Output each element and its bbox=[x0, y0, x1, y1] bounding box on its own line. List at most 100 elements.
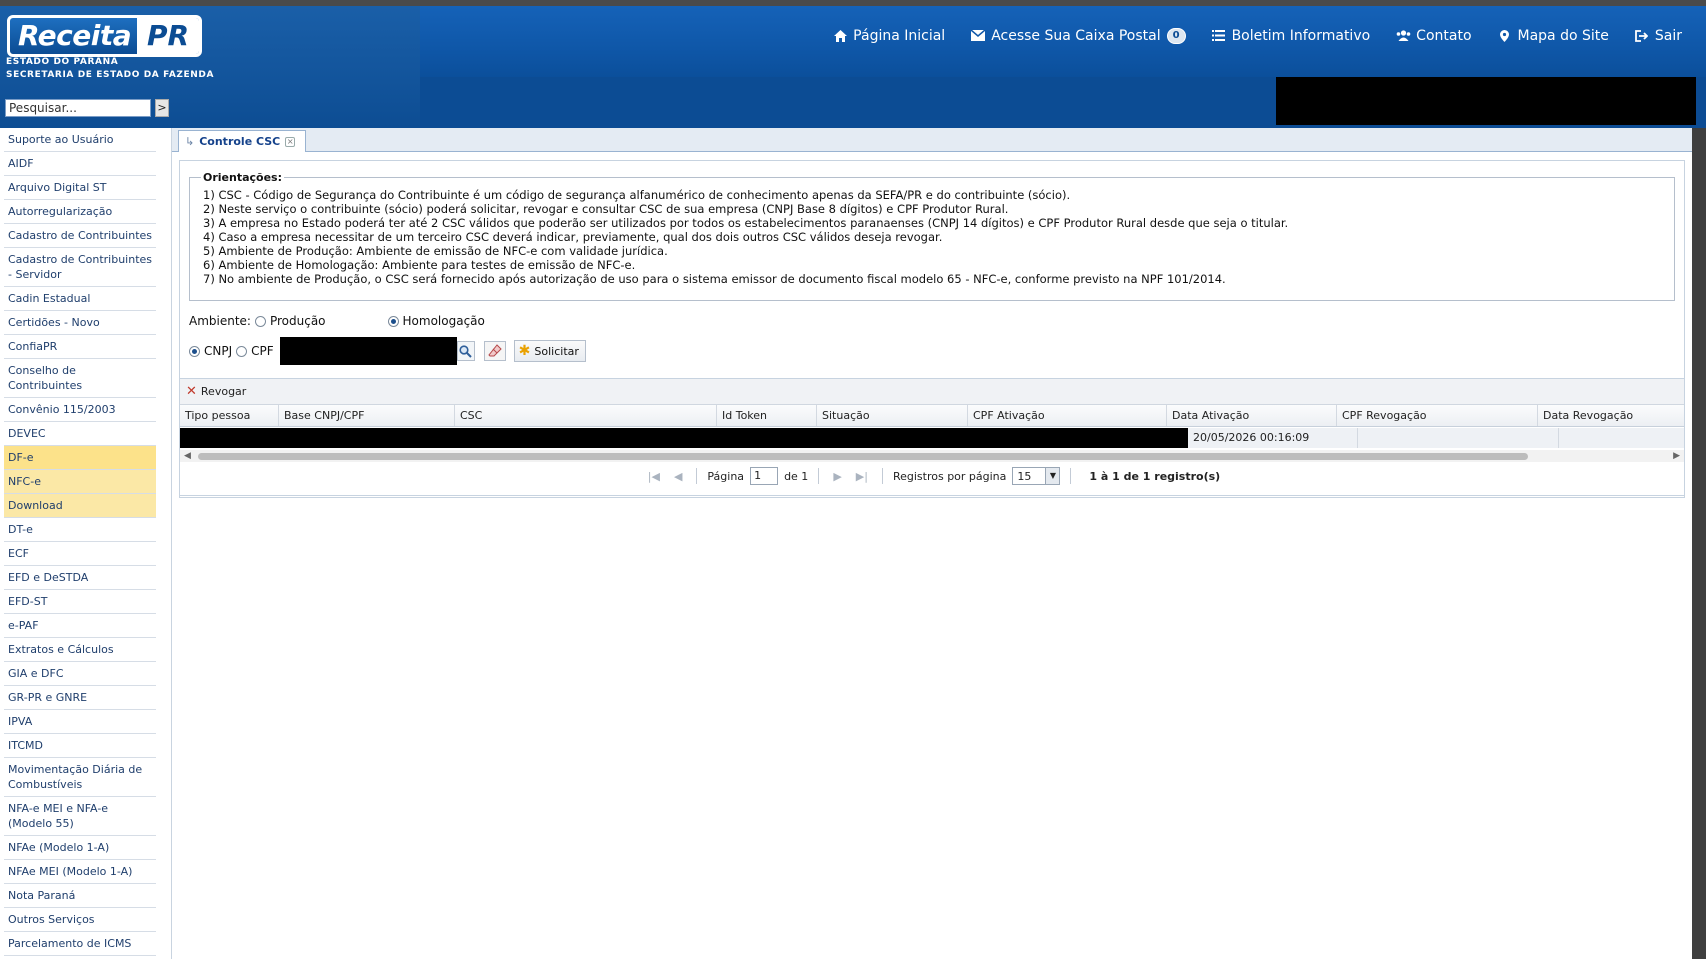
sidebar-item[interactable]: Cadastro de Contribuintes bbox=[4, 224, 156, 248]
lookup-button[interactable] bbox=[456, 341, 475, 361]
sidebar-item[interactable]: NFAe MEI (Modelo 1-A) bbox=[4, 860, 156, 884]
per-page-select[interactable]: 15 ▼ bbox=[1012, 467, 1061, 485]
cell-data-ativacao: 20/05/2026 00:16:09 bbox=[1188, 428, 1358, 448]
tab-controle-csc[interactable]: ↳ Controle CSC × bbox=[178, 130, 306, 152]
logo-panel: Receita PR ESTADO DO PARANÁ SECRETARIA D… bbox=[0, 6, 420, 128]
first-page-icon[interactable]: |◀ bbox=[644, 470, 664, 483]
column-header[interactable]: CSC bbox=[455, 405, 717, 426]
scroll-left-icon[interactable]: ◀ bbox=[184, 451, 191, 461]
sidebar-item[interactable]: ECF bbox=[4, 542, 156, 566]
sidebar-item[interactable]: Cadin Estadual bbox=[4, 287, 156, 311]
sidebar-item[interactable]: Extratos e Cálculos bbox=[4, 638, 156, 662]
row-redacted-cells bbox=[180, 428, 1188, 448]
nav-bulletin[interactable]: Boletim Informativo bbox=[1212, 28, 1370, 44]
sidebar-item[interactable]: ITCMD bbox=[4, 734, 156, 758]
tab-label: Controle CSC bbox=[199, 135, 281, 148]
paging-separator bbox=[881, 468, 883, 484]
sidebar-item[interactable]: NFAe (Modelo 1-A) bbox=[4, 836, 156, 860]
nav-sitemap[interactable]: Mapa do Site bbox=[1498, 28, 1609, 44]
orientacao-line: 1) CSC - Código de Segurança do Contribu… bbox=[203, 188, 1071, 202]
logo-pr: PR bbox=[137, 18, 199, 54]
tab-strip: ↳ Controle CSC × bbox=[172, 128, 1692, 152]
page-number-input[interactable]: 1 bbox=[750, 467, 779, 485]
revogar-label: Revogar bbox=[200, 385, 247, 398]
column-header[interactable]: CPF Revogação bbox=[1337, 405, 1538, 426]
sidebar-item[interactable]: GR-PR e GNRE bbox=[4, 686, 156, 710]
nav-contact-label: Contato bbox=[1416, 28, 1472, 44]
sidebar-list: Suporte ao Usuário AIDF Arquivo Digital ST… bbox=[4, 128, 156, 959]
orientacao-line: 2) Neste serviço o contribuinte (sócio) … bbox=[203, 202, 1009, 216]
documento-input-redacted[interactable] bbox=[279, 337, 457, 365]
sidebar-item[interactable]: Movimentação Diária de Combustíveis bbox=[4, 758, 156, 797]
solicitar-button[interactable]: ✱ Solicitar bbox=[513, 340, 586, 362]
sidebar-item[interactable]: AIDF bbox=[4, 152, 156, 176]
sidebar-item[interactable]: DF-e bbox=[4, 446, 156, 470]
page-label: Página bbox=[707, 469, 745, 483]
sidebar-item[interactable]: Download bbox=[4, 494, 156, 518]
sidebar-item[interactable]: IPVA bbox=[4, 710, 156, 734]
nav-sitemap-label: Mapa do Site bbox=[1517, 28, 1609, 44]
sidebar-item[interactable]: Arquivo Digital ST bbox=[4, 176, 156, 200]
sidebar-item[interactable]: Nota Paraná bbox=[4, 884, 156, 908]
grid-toolbar: ✕ Revogar bbox=[180, 379, 1684, 405]
sidebar-item[interactable]: GIA e DFC bbox=[4, 662, 156, 686]
sidebar-item[interactable]: Convênio 115/2003 bbox=[4, 398, 156, 422]
prev-page-icon[interactable]: ◀ bbox=[670, 470, 686, 483]
nav-contact[interactable]: Contato bbox=[1396, 28, 1472, 44]
org-name-state: ESTADO DO PARANÁ bbox=[6, 57, 119, 67]
map-marker-icon bbox=[1498, 30, 1512, 42]
scroll-right-icon[interactable]: ▶ bbox=[1673, 451, 1680, 461]
revoke-icon: ✕ bbox=[186, 384, 197, 399]
radio-cnpj[interactable] bbox=[189, 345, 200, 357]
sidebar-item[interactable]: DEVEC bbox=[4, 422, 156, 446]
scrollbar-thumb[interactable] bbox=[198, 453, 1528, 460]
search-input[interactable] bbox=[5, 99, 151, 117]
column-header[interactable]: Data Ativação bbox=[1167, 405, 1337, 426]
column-header[interactable]: Base CNPJ/CPF bbox=[279, 405, 455, 426]
chevron-down-icon[interactable]: ▼ bbox=[1045, 468, 1060, 484]
search-submit-button[interactable]: > bbox=[155, 99, 169, 117]
radio-producao-label: Produção bbox=[269, 314, 326, 328]
horizontal-scrollbar[interactable]: ◀ ▶ bbox=[180, 450, 1684, 462]
clear-button[interactable] bbox=[483, 341, 506, 361]
sidebar-item[interactable]: Suporte ao Usuário bbox=[4, 128, 156, 152]
table-row[interactable]: 20/05/2026 00:16:09 bbox=[180, 428, 1684, 448]
revogar-button[interactable]: ✕ Revogar bbox=[186, 384, 246, 399]
nav-exit[interactable]: Sair bbox=[1635, 28, 1682, 44]
envelope-icon bbox=[970, 29, 986, 42]
last-page-icon[interactable]: ▶| bbox=[852, 470, 872, 483]
close-icon[interactable]: × bbox=[285, 136, 296, 147]
column-header[interactable]: Tipo pessoa bbox=[180, 405, 279, 426]
sidebar-item[interactable]: NFA-e MEI e NFA-e (Modelo 55) bbox=[4, 797, 156, 836]
paging-separator bbox=[818, 468, 820, 484]
nav-mailbox-label: Acesse Sua Caixa Postal bbox=[991, 28, 1161, 44]
sidebar-item[interactable]: e-PAF bbox=[4, 614, 156, 638]
sidebar-item[interactable]: Cadastro de Contribuintes - Servidor bbox=[4, 248, 156, 287]
nav-home[interactable]: Página Inicial bbox=[833, 28, 945, 44]
orientacao-line: 4) Caso a empresa necessitar de um terce… bbox=[203, 230, 943, 244]
sidebar-item[interactable]: ConfiaPR bbox=[4, 335, 156, 359]
sidebar-item[interactable]: EFD e DeSTDA bbox=[4, 566, 156, 590]
sidebar-item[interactable]: Certidões - Novo bbox=[4, 311, 156, 335]
sidebar-item[interactable]: NFC-e bbox=[4, 470, 156, 494]
receita-pr-logo[interactable]: Receita PR bbox=[7, 15, 202, 57]
sidebar-item[interactable]: DT-e bbox=[4, 518, 156, 542]
column-header[interactable]: Data Revogação bbox=[1538, 405, 1684, 426]
paging-separator bbox=[1070, 468, 1072, 484]
per-page-label: Registros por página bbox=[892, 469, 1007, 483]
next-page-icon[interactable]: ▶ bbox=[829, 470, 845, 483]
home-icon bbox=[833, 30, 847, 42]
tab-arrow-icon: ↳ bbox=[185, 135, 195, 148]
column-header[interactable]: Situação bbox=[817, 405, 968, 426]
radio-cpf[interactable] bbox=[236, 345, 248, 357]
sidebar-item[interactable]: Outros Serviços bbox=[4, 908, 156, 932]
sidebar-item[interactable]: Conselho de Contribuintes bbox=[4, 359, 156, 398]
sidebar-item[interactable]: Autorregularização bbox=[4, 200, 156, 224]
column-header[interactable]: CPF Ativação bbox=[968, 405, 1167, 426]
sidebar-item[interactable]: Parcelamento de ICMS bbox=[4, 932, 156, 956]
radio-homologacao[interactable] bbox=[387, 315, 399, 327]
radio-producao[interactable] bbox=[254, 315, 266, 327]
column-header[interactable]: Id Token bbox=[717, 405, 817, 426]
sidebar-item[interactable]: EFD-ST bbox=[4, 590, 156, 614]
nav-mailbox[interactable]: Acesse Sua Caixa Postal 0 bbox=[970, 28, 1186, 44]
